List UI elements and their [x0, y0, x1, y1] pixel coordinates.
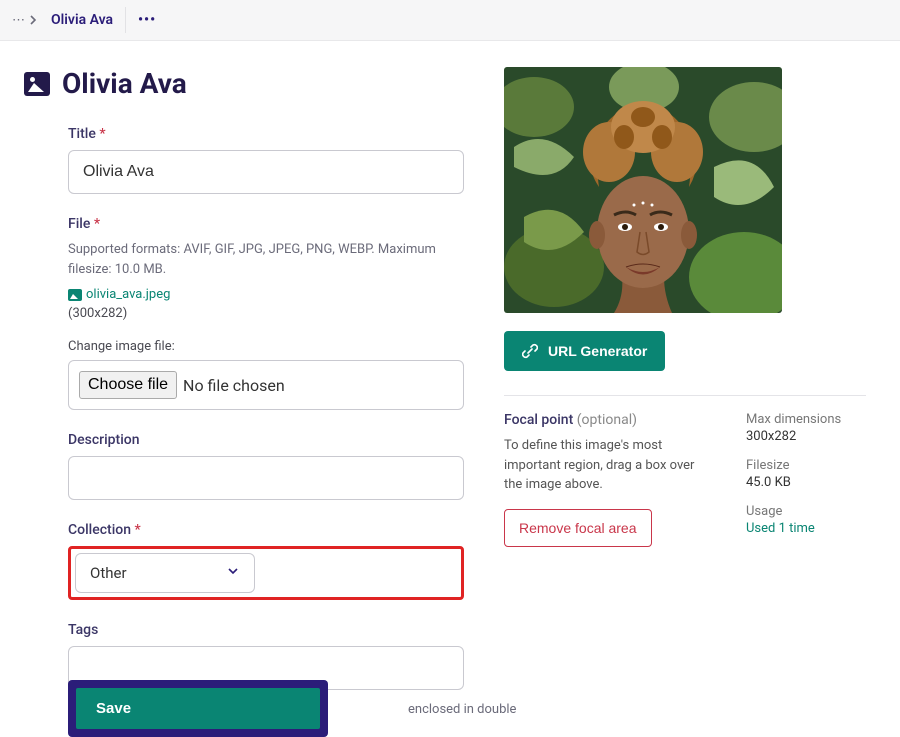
- file-label: File *: [68, 216, 464, 232]
- save-button-container: Save: [68, 680, 328, 737]
- title-label: Title *: [68, 126, 464, 142]
- change-file-label: Change image file:: [68, 339, 464, 354]
- tags-hint-fragment: enclosed in double: [408, 702, 516, 717]
- description-label: Description: [68, 432, 464, 448]
- focal-point-heading: Focal point (optional): [504, 412, 706, 428]
- filesize-label: Filesize: [746, 458, 866, 473]
- file-dimensions: (300x282): [68, 306, 464, 321]
- remove-focal-area-button[interactable]: Remove focal area: [504, 509, 652, 547]
- link-icon: [522, 343, 538, 359]
- image-icon: [24, 72, 50, 96]
- description-input[interactable]: [68, 456, 464, 500]
- top-bar: ⋯ Olivia Ava •••: [0, 0, 900, 41]
- breadcrumb-title[interactable]: Olivia Ava: [51, 12, 113, 28]
- breadcrumb-root-icon[interactable]: ⋯: [12, 13, 39, 28]
- tags-label: Tags: [68, 622, 464, 638]
- breadcrumb-divider: [125, 7, 126, 33]
- max-dimensions-label: Max dimensions: [746, 412, 866, 427]
- usage-label: Usage: [746, 504, 866, 519]
- file-link[interactable]: olivia_ava.jpeg: [86, 287, 170, 302]
- chevron-down-icon: [226, 564, 240, 582]
- file-chooser[interactable]: Choose file No file chosen: [68, 360, 464, 410]
- image-preview[interactable]: [504, 67, 782, 313]
- filesize-value: 45.0 KB: [746, 475, 866, 490]
- page-title: Olivia Ava: [62, 67, 187, 100]
- collection-highlight-outline: Other: [68, 546, 464, 600]
- file-thumb-icon: [68, 289, 82, 301]
- choose-file-button[interactable]: Choose file: [79, 371, 177, 399]
- usage-link[interactable]: Used 1 time: [746, 521, 815, 536]
- title-input[interactable]: [68, 150, 464, 194]
- collection-select[interactable]: Other: [75, 553, 255, 593]
- url-generator-button[interactable]: URL Generator: [504, 331, 665, 371]
- save-button[interactable]: Save: [76, 688, 320, 729]
- more-actions-icon[interactable]: •••: [138, 12, 156, 28]
- separator: [504, 395, 866, 396]
- max-dimensions-value: 300x282: [746, 429, 866, 444]
- collection-label: Collection *: [68, 522, 464, 538]
- file-help-text: Supported formats: AVIF, GIF, JPG, JPEG,…: [68, 240, 464, 279]
- file-link-row: olivia_ava.jpeg: [68, 287, 464, 302]
- focal-point-description: To define this image's most important re…: [504, 436, 706, 495]
- collection-value: Other: [90, 564, 127, 582]
- no-file-chosen-text: No file chosen: [183, 376, 285, 395]
